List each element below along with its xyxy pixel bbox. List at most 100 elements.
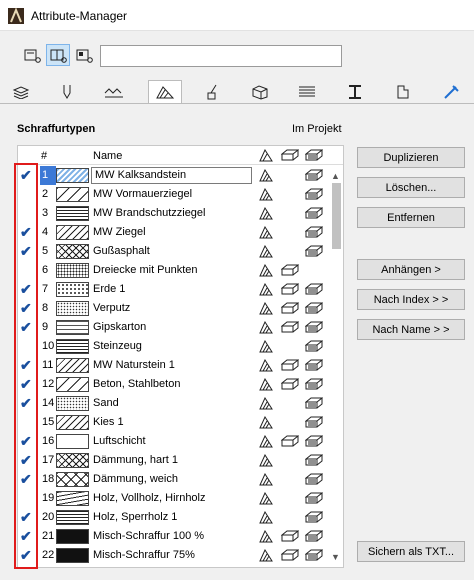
scroll-up-icon[interactable]: ▲ [331, 171, 340, 181]
fill-pattern-swatch [56, 244, 89, 259]
markup-icon [444, 85, 459, 99]
scroll-down-icon[interactable]: ▼ [331, 552, 340, 562]
item-name: Dämmung, weich [93, 473, 178, 485]
item-name: Dreiecke mit Punkten [93, 264, 198, 276]
section-icon [305, 149, 323, 161]
drafting-fill-icon [259, 378, 273, 391]
list-item[interactable]: ✔ 9 Gipskarton [18, 318, 328, 337]
item-name: Gipskarton [93, 321, 147, 333]
cover-fill-icon [305, 302, 323, 314]
duplicate-button[interactable]: Duplizieren [357, 147, 465, 168]
scroll-thumb[interactable] [332, 183, 341, 249]
cover-fill-icon [305, 549, 323, 561]
append-button[interactable]: Anhängen > [357, 259, 465, 280]
item-number: 21 [42, 530, 55, 542]
list-view-button[interactable] [20, 44, 44, 66]
list-item[interactable]: ✔ 20 Holz, Sperrholz 1 [18, 508, 328, 527]
fill-types-icon [156, 86, 175, 99]
list-item[interactable]: 10 Steinzeug [18, 337, 328, 356]
list-item[interactable]: ✔ 21 Misch-Schraffur 100 % [18, 527, 328, 546]
drafting-fill-icon [259, 511, 273, 524]
list-item[interactable]: ✔ 1 MW Kalksandstein [18, 166, 328, 185]
list-item[interactable]: ✔ 16 Luftschicht [18, 432, 328, 451]
split-view-button[interactable] [46, 44, 70, 66]
item-number: 2 [42, 188, 49, 200]
tab-pens[interactable] [50, 81, 84, 103]
fill-pattern-swatch [56, 453, 89, 468]
preview-view-button[interactable] [72, 44, 96, 66]
item-name: MW Naturstein 1 [93, 359, 175, 371]
item-number: 12 [42, 378, 55, 390]
fill-types-icon [259, 149, 273, 162]
tab-fill-types[interactable] [148, 80, 182, 103]
cover-fill-icon [305, 321, 323, 333]
list-item[interactable]: ✔ 17 Dämmung, hart 1 [18, 451, 328, 470]
tab-zone-categories[interactable] [386, 81, 420, 103]
drafting-fill-icon [259, 245, 273, 258]
fill-pattern-swatch [56, 282, 89, 297]
list-item[interactable]: 6 Dreiecke mit Punkten [18, 261, 328, 280]
list-scrollbar[interactable]: ▲ ▼ [329, 165, 343, 567]
item-number: 4 [42, 226, 49, 238]
drafting-fill-icon [259, 321, 273, 334]
remove-button[interactable]: Entfernen [357, 207, 465, 228]
tab-layers[interactable] [4, 81, 38, 103]
list-item[interactable]: 19 Holz, Vollholz, Hirnholz [18, 489, 328, 508]
item-name: Misch-Schraffur 75% [93, 549, 195, 561]
item-name: Steinzeug [93, 340, 142, 352]
tab-composites[interactable] [290, 81, 324, 103]
title-bar: Attribute-Manager [0, 0, 474, 31]
list-item[interactable]: ✔ 11 MW Naturstein 1 [18, 356, 328, 375]
cut-fill-icon [281, 359, 299, 371]
item-name: MW Ziegel [93, 226, 146, 238]
drafting-fill-icon [259, 340, 273, 353]
sort-by-index-button[interactable]: Nach Index > > [357, 289, 465, 310]
item-number: 9 [42, 321, 49, 333]
save-as-txt-button[interactable]: Sichern als TXT... [357, 541, 465, 562]
list-item[interactable]: 15 Kies 1 [18, 413, 328, 432]
list-item[interactable]: 2 MW Vormauerziegel [18, 185, 328, 204]
drafting-fill-icon [259, 302, 273, 315]
drafting-fill-icon [259, 473, 273, 486]
fill-pattern-swatch [56, 472, 89, 487]
drafting-fill-icon [259, 188, 273, 201]
list-item[interactable]: ✔ 18 Dämmung, weich [18, 470, 328, 489]
cover-fill-icon [305, 245, 323, 257]
cut-fill-icon [281, 302, 299, 314]
column-name: Name [93, 150, 123, 162]
cover-fill-icon [305, 283, 323, 295]
fill-pattern-swatch [56, 491, 89, 506]
fill-pattern-swatch [56, 263, 89, 278]
item-number: 7 [42, 283, 49, 295]
fill-pattern-swatch [56, 529, 89, 544]
tab-line-types[interactable] [97, 81, 131, 103]
list-item[interactable]: ✔ 8 Verputz [18, 299, 328, 318]
list-item[interactable]: ✔ 4 MW Ziegel [18, 223, 328, 242]
list-item[interactable]: ✔ 5 Gußasphalt [18, 242, 328, 261]
cover-fill-icon [305, 435, 323, 447]
cover-fill-icon [305, 207, 323, 219]
delete-button[interactable]: Löschen... [357, 177, 465, 198]
cover-fill-icon [305, 473, 323, 485]
model-icon [281, 149, 299, 161]
list-item[interactable]: ✔ 14 Sand [18, 394, 328, 413]
surfaces-icon [207, 84, 217, 100]
fill-pattern-swatch [56, 377, 89, 392]
sort-by-name-button[interactable]: Nach Name > > [357, 319, 465, 340]
tab-profiles[interactable] [338, 81, 372, 103]
tab-surfaces[interactable] [195, 81, 229, 103]
tab-building-materials[interactable] [243, 81, 277, 103]
line-types-icon [104, 88, 123, 98]
cover-fill-icon [305, 454, 323, 466]
item-number: 22 [42, 549, 55, 561]
item-number: 3 [42, 207, 49, 219]
search-input[interactable] [100, 45, 342, 67]
list-item[interactable]: ✔ 7 Erde 1 [18, 280, 328, 299]
tab-markup[interactable] [434, 81, 468, 103]
list-item[interactable]: ✔ 22 Misch-Schraffur 75% [18, 546, 328, 565]
list-item[interactable]: ✔ 12 Beton, Stahlbeton [18, 375, 328, 394]
cut-fill-icon [281, 378, 299, 390]
fill-types-list[interactable]: # Name ✔ 1 MW Kalksandstein 2 MW Vormauerzie… [17, 145, 344, 568]
item-number: 8 [42, 302, 49, 314]
list-item[interactable]: 3 MW Brandschutzziegel [18, 204, 328, 223]
